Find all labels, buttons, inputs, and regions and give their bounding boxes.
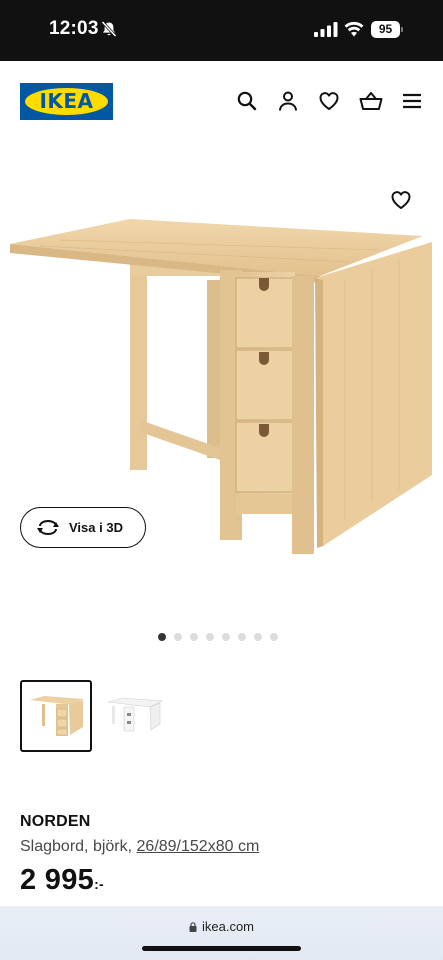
browser-address-bar[interactable]: ikea.com	[0, 906, 443, 960]
home-indicator[interactable]	[142, 946, 301, 951]
account-icon[interactable]	[277, 90, 299, 112]
product-name: NORDEN	[20, 813, 91, 830]
url-display[interactable]: ikea.com	[0, 919, 443, 934]
price-suffix: :-	[94, 876, 105, 892]
carousel-dot[interactable]	[190, 633, 198, 641]
carousel-dot[interactable]	[270, 633, 278, 641]
carousel-pagination[interactable]	[158, 633, 278, 643]
rotate-3d-icon	[37, 520, 59, 535]
carousel-dot[interactable]	[174, 633, 182, 641]
product-type: Slagbord, björk,	[20, 838, 133, 855]
menu-icon[interactable]	[401, 90, 423, 112]
view-in-3d-label: Visa i 3D	[69, 520, 123, 535]
site-header: IKEA	[0, 61, 443, 141]
view-in-3d-button[interactable]: Visa i 3D	[20, 507, 146, 548]
product-price: 2 995:-	[20, 864, 104, 897]
lock-icon	[189, 922, 197, 932]
carousel-dot[interactable]	[238, 633, 246, 641]
price-value: 2 995	[20, 864, 95, 896]
logo-text: IKEA	[39, 89, 94, 113]
signal-icon	[314, 22, 338, 37]
wifi-icon	[344, 21, 364, 37]
battery-icon: 95	[371, 21, 403, 38]
thumbnail-white[interactable]	[100, 680, 172, 752]
product-dimensions-link[interactable]: 26/89/152x80 cm	[137, 838, 260, 855]
bell-slash-icon	[101, 20, 117, 38]
carousel-dot[interactable]	[158, 633, 166, 641]
basket-icon[interactable]	[359, 90, 383, 112]
carousel-dot[interactable]	[222, 633, 230, 641]
search-icon[interactable]	[236, 90, 258, 112]
url-text: ikea.com	[201, 919, 255, 934]
ikea-logo[interactable]: IKEA	[20, 83, 113, 120]
battery-level: 95	[371, 21, 400, 38]
product-description: Slagbord, björk, 26/89/152x80 cm	[20, 838, 259, 856]
carousel-dot[interactable]	[254, 633, 262, 641]
heart-icon[interactable]	[318, 90, 340, 112]
status-bar: 12:03 95	[0, 0, 443, 61]
thumbnail-birch[interactable]	[20, 680, 92, 752]
carousel-dot[interactable]	[206, 633, 214, 641]
status-time: 12:03	[49, 18, 99, 39]
